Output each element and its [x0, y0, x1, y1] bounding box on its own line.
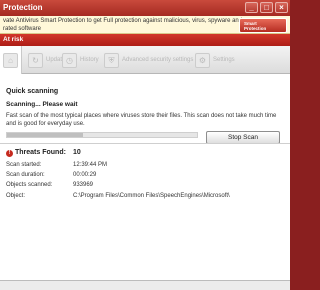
scan-started-value: 12:39:44 PM — [73, 162, 108, 168]
window-controls: _ □ × — [245, 2, 288, 13]
close-button[interactable]: × — [275, 2, 288, 13]
scan-panel: Quick scanning Scanning... Please wait F… — [0, 74, 290, 280]
scan-description: Fast scan of the most typical places whe… — [6, 113, 277, 127]
toolbar-advanced-security[interactable]: ⛨ Advanced security settings — [104, 52, 193, 68]
history-icon: ◷ — [62, 52, 77, 68]
home-icon: ⌂ — [3, 52, 18, 68]
risk-label: At risk — [3, 36, 24, 43]
scan-progress-fill — [7, 133, 83, 137]
status-bar — [0, 280, 290, 290]
badge-text: Smart Protection — [244, 21, 267, 31]
window-titlebar: Protection _ □ × — [0, 0, 290, 16]
gear-icon: ⚙ — [195, 52, 210, 68]
window-title: Protection — [3, 3, 43, 12]
toolbar-history[interactable]: ◷ History — [62, 52, 99, 68]
toolbar-settings[interactable]: ⚙ Settings — [195, 52, 235, 68]
scan-started-label: Scan started: — [6, 162, 42, 168]
toolbar-home[interactable]: ⌂ — [0, 46, 22, 74]
maximize-button[interactable]: □ — [260, 2, 273, 13]
divider — [0, 143, 290, 144]
toolbar-settings-label: Settings — [213, 57, 235, 63]
scan-progress-bar — [6, 132, 198, 138]
shield-settings-icon: ⛨ — [104, 52, 119, 68]
scan-title: Quick scanning — [6, 88, 59, 95]
current-object-label: Object: — [6, 193, 26, 199]
main-toolbar: ⌂ ↻ Update ◷ History ⛨ Advanced security… — [0, 46, 290, 74]
smart-protection-badge-icon[interactable]: Smart Protection — [239, 18, 287, 33]
scan-duration-value: 00:00:29 — [73, 172, 97, 178]
minimize-button[interactable]: _ — [245, 2, 258, 13]
threats-label: ! Threats Found: — [6, 149, 66, 157]
update-icon: ↻ — [28, 52, 43, 68]
scan-duration-label: Scan duration: — [6, 172, 45, 178]
toolbar-update[interactable]: ↻ Update — [28, 52, 65, 68]
risk-status-bar: At risk — [0, 34, 290, 46]
objects-scanned-label: Objects scanned: — [6, 182, 53, 188]
threats-value: 10 — [73, 149, 81, 156]
toolbar-advanced-label: Advanced security settings — [122, 57, 194, 63]
warning-icon: ! — [6, 150, 13, 157]
scan-status: Scanning... Please wait — [6, 101, 78, 108]
current-object-value: C:\Program Files\Common Files\SpeechEngi… — [73, 193, 230, 199]
toolbar-history-label: History — [80, 57, 99, 63]
objects-scanned-value: 933969 — [73, 182, 94, 188]
